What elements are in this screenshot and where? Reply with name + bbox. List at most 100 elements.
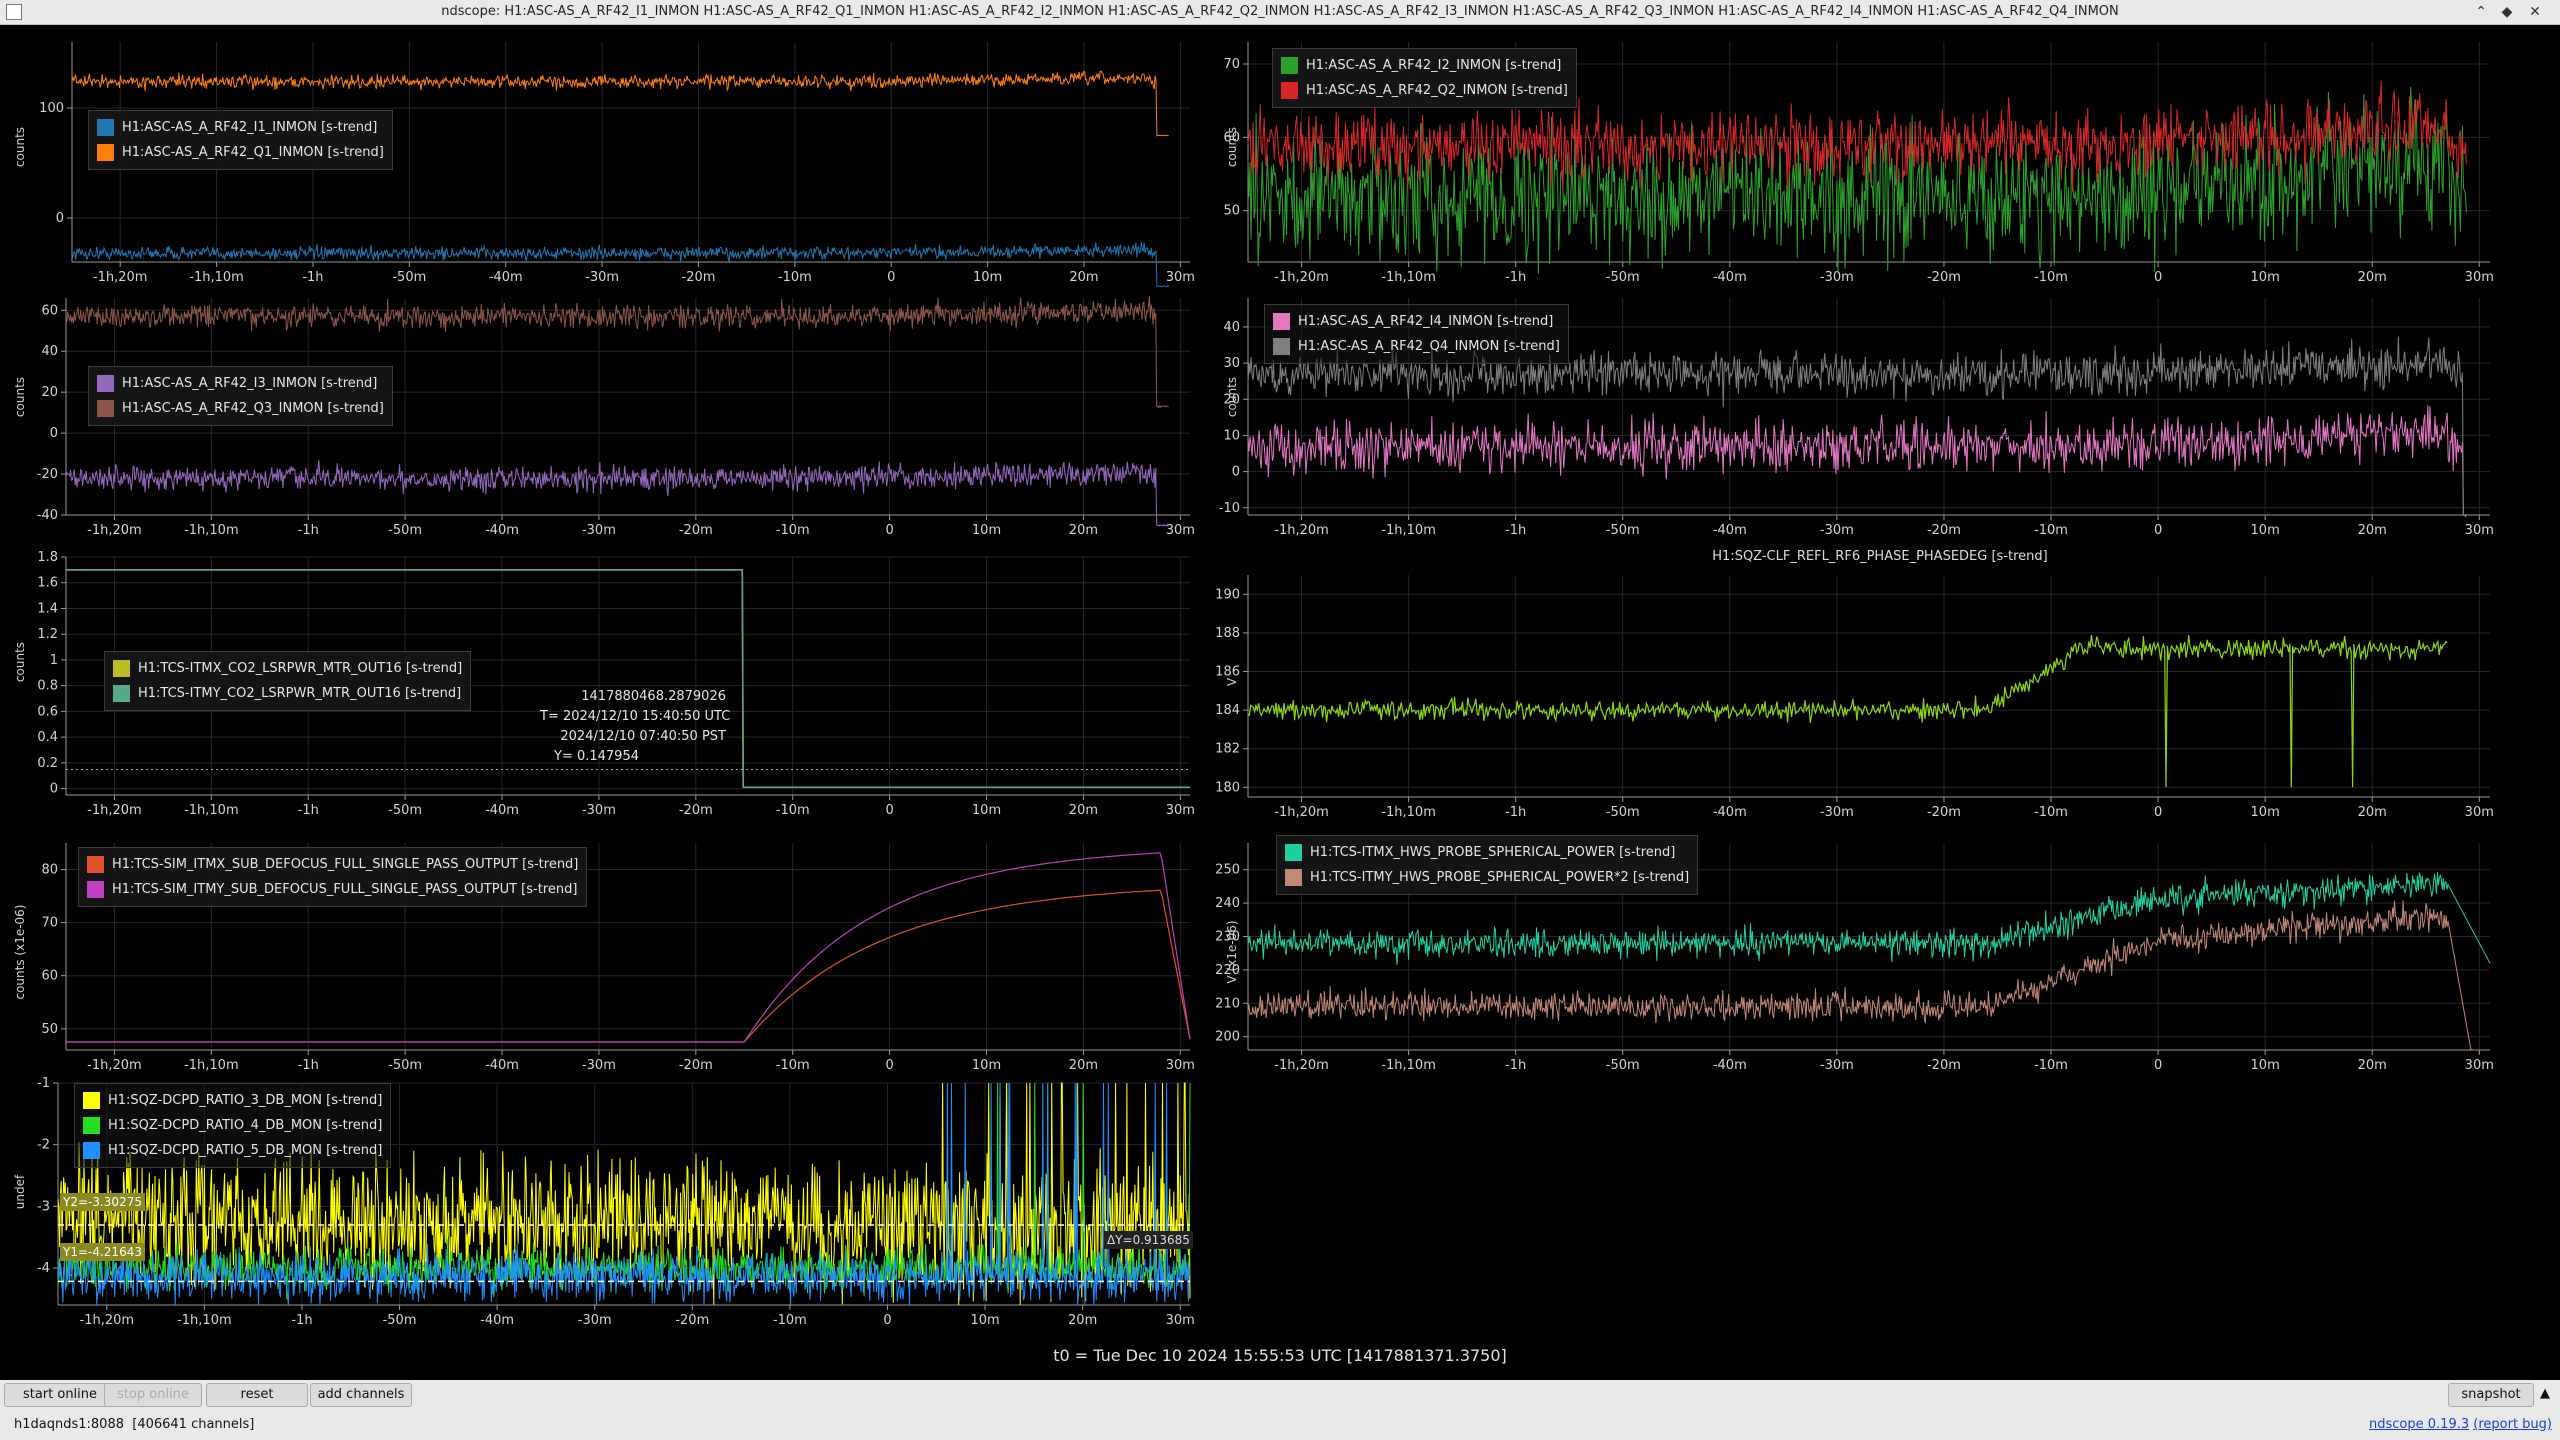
y-tick-label: -10: [1219, 501, 1240, 516]
x-tick-label: 20m: [2358, 1058, 2387, 1073]
legend-label: H1:ASC-AS_A_RF42_I3_INMON [s-trend]: [122, 376, 378, 391]
add-channels-button[interactable]: add channels: [310, 1383, 412, 1407]
plot-sqz-clf-phase[interactable]: -1h,20m -1h,10m -1h -50m -40m -30m -20m -10m 0 10…: [1200, 545, 2560, 830]
y-tick-label: -4: [37, 1261, 50, 1276]
y-tick-label: -40: [37, 508, 58, 523]
y-tick-label: 1.8: [37, 550, 58, 565]
chevron-up-icon[interactable]: ▲: [2534, 1383, 2556, 1405]
x-tick-label: -20m: [679, 1058, 713, 1073]
x-tick-label: 10m: [972, 1058, 1001, 1073]
start-online-button[interactable]: start online: [4, 1383, 116, 1407]
plot-rf42-i2-q2[interactable]: -1h,20m -1h,10m -1h -50m -40m -30m -20m -10m 0 10…: [1200, 30, 2560, 292]
y-tick-label: 40: [41, 344, 58, 359]
x-tick-label: 20m: [2358, 270, 2387, 285]
plot-sqz-dcpd-ratio[interactable]: -1h,20m -1h,10m -1h -50m -40m -30m -20m -10m 0 10…: [0, 1075, 1200, 1335]
close-icon[interactable]: ✕: [2524, 2, 2546, 22]
y-axis-label: V (x1e-06): [1225, 920, 1239, 984]
x-tick-label: -20m: [1927, 805, 1961, 820]
x-tick-label: -30m: [582, 523, 616, 538]
x-tick-label: 10m: [972, 803, 1001, 818]
y-tick-label: 182: [1215, 742, 1240, 757]
cursor-pst: 2024/12/10 07:40:50 PST: [560, 729, 726, 744]
plot-rf42-i1-q1[interactable]: -1h,20m -1h,10m -1h -50m -40m -30m -20m -10m 0 10…: [0, 30, 1200, 292]
x-tick-label: -1h,10m: [1381, 1058, 1436, 1073]
y-tick-label: 1.6: [37, 576, 58, 591]
legend[interactable]: H1:SQZ-DCPD_RATIO_3_DB_MON [s-trend] H1:…: [74, 1083, 392, 1168]
x-tick-label: -1h,20m: [80, 1313, 135, 1328]
report-bug-link[interactable]: (report bug): [2473, 1417, 2552, 1432]
legend[interactable]: H1:ASC-AS_A_RF42_I4_INMON [s-trend] H1:A…: [1264, 304, 1569, 364]
y-tick-label: 80: [41, 863, 58, 878]
legend[interactable]: H1:ASC-AS_A_RF42_I2_INMON [s-trend] H1:A…: [1272, 48, 1577, 108]
y-tick-label: 1: [50, 653, 58, 668]
y-tick-label: 1.2: [37, 627, 58, 642]
x-tick-label: -10m: [2034, 270, 2068, 285]
version-info: ndscope 0.19.3 (report bug): [2369, 1417, 2552, 1432]
x-tick-label: -1h,20m: [1274, 1058, 1329, 1073]
cursor-readout: 1417880468.2879026 T= 2024/12/10 15:40:5…: [540, 687, 730, 767]
series-line: [1247, 86, 2467, 274]
y-axis-label: counts (x1e-06): [13, 904, 27, 1000]
y-tick-label: 0: [50, 426, 58, 441]
plot-hws-spherical-power[interactable]: -1h,20m -1h,10m -1h -50m -40m -30m -20m -10m 0 10…: [1200, 835, 2560, 1080]
x-tick-label: -1h,20m: [87, 1058, 142, 1073]
x-tick-label: -40m: [485, 803, 519, 818]
x-tick-label: -1h,20m: [1274, 270, 1329, 285]
cursor-y2-label[interactable]: Y2=-3.30275: [60, 1193, 145, 1211]
x-tick-label: 0: [885, 523, 893, 538]
stop-online-button[interactable]: stop online: [104, 1383, 202, 1407]
series-swatch: [113, 685, 130, 702]
x-tick-label: -40m: [489, 270, 523, 285]
version-link[interactable]: ndscope 0.19.3: [2369, 1417, 2469, 1432]
series-swatch: [1281, 82, 1298, 99]
legend[interactable]: H1:ASC-AS_A_RF42_I3_INMON [s-trend] H1:A…: [88, 366, 393, 426]
legend[interactable]: H1:TCS-ITMX_HWS_PROBE_SPHERICAL_POWER [s…: [1276, 835, 1699, 895]
x-tick-label: 20m: [1068, 1313, 1097, 1328]
x-tick-label: -1h,20m: [87, 803, 142, 818]
y-tick-label: 250: [1215, 863, 1240, 878]
x-tick-label: -40m: [485, 523, 519, 538]
x-tick-label: -1h: [1505, 805, 1526, 820]
y-tick-label: 0.4: [37, 730, 58, 745]
x-tick-label: 0: [885, 803, 893, 818]
chevron-up-icon[interactable]: ⌃: [2470, 2, 2492, 22]
series-line: [1247, 405, 2467, 518]
x-tick-label: -50m: [383, 1313, 417, 1328]
x-tick-label: -10m: [2034, 523, 2068, 538]
status-bar: h1daqnds1:8088 [406641 channels]: [14, 1417, 254, 1432]
plot-rf42-i4-q4[interactable]: -1h,20m -1h,10m -1h -50m -40m -30m -20m -10m 0 10…: [1200, 290, 2560, 545]
reset-button[interactable]: reset: [206, 1383, 308, 1407]
x-tick-label: -1h: [1505, 1058, 1526, 1073]
x-tick-label: -50m: [1606, 270, 1640, 285]
x-tick-label: 20m: [1069, 270, 1098, 285]
series-swatch: [87, 881, 104, 898]
x-tick-label: -50m: [392, 270, 426, 285]
series-swatch: [97, 400, 114, 417]
restore-icon[interactable]: ◆: [2496, 2, 2518, 22]
plot-co2-laser-power[interactable]: -1h,20m -1h,10m -1h -50m -40m -30m -20m -10m 0 10…: [0, 545, 1200, 830]
plot-tcs-sim-defocus[interactable]: -1h,20m -1h,10m -1h -50m -40m -30m -20m -10m 0 10…: [0, 835, 1200, 1080]
x-tick-label: 30m: [1166, 523, 1195, 538]
x-tick-label: 10m: [973, 270, 1002, 285]
legend[interactable]: H1:TCS-ITMX_CO2_LSRPWR_MTR_OUT16 [s-tren…: [104, 651, 472, 711]
x-tick-label: -1h: [291, 1313, 312, 1328]
x-tick-label: -50m: [1606, 523, 1640, 538]
y-tick-label: -3: [37, 1199, 50, 1214]
cursor-y: Y= 0.147954: [554, 749, 639, 764]
y-tick-label: 0: [1232, 465, 1240, 480]
plot-rf42-i3-q3[interactable]: -1h,20m -1h,10m -1h -50m -40m -30m -20m -10m 0 10…: [0, 290, 1200, 545]
x-tick-label: -1h: [298, 1058, 319, 1073]
legend[interactable]: H1:TCS-SIM_ITMX_SUB_DEFOCUS_FULL_SINGLE_…: [78, 847, 588, 907]
cursor-gps: 1417880468.2879026: [581, 689, 726, 704]
x-tick-label: -30m: [578, 1313, 612, 1328]
legend[interactable]: H1:ASC-AS_A_RF42_I1_INMON [s-trend] H1:A…: [88, 110, 393, 170]
y-tick-label: 60: [41, 969, 58, 984]
x-tick-label: -1h,10m: [1381, 805, 1436, 820]
x-tick-label: 0: [2154, 523, 2162, 538]
snapshot-button[interactable]: snapshot: [2448, 1383, 2534, 1407]
cursor-y1-label[interactable]: Y1=-4.21643: [60, 1243, 145, 1261]
x-tick-label: 30m: [1166, 803, 1195, 818]
legend-label: H1:SQZ-DCPD_RATIO_5_DB_MON [s-trend]: [108, 1143, 383, 1158]
x-tick-label: -30m: [1820, 1058, 1854, 1073]
x-tick-label: -40m: [1713, 1058, 1747, 1073]
